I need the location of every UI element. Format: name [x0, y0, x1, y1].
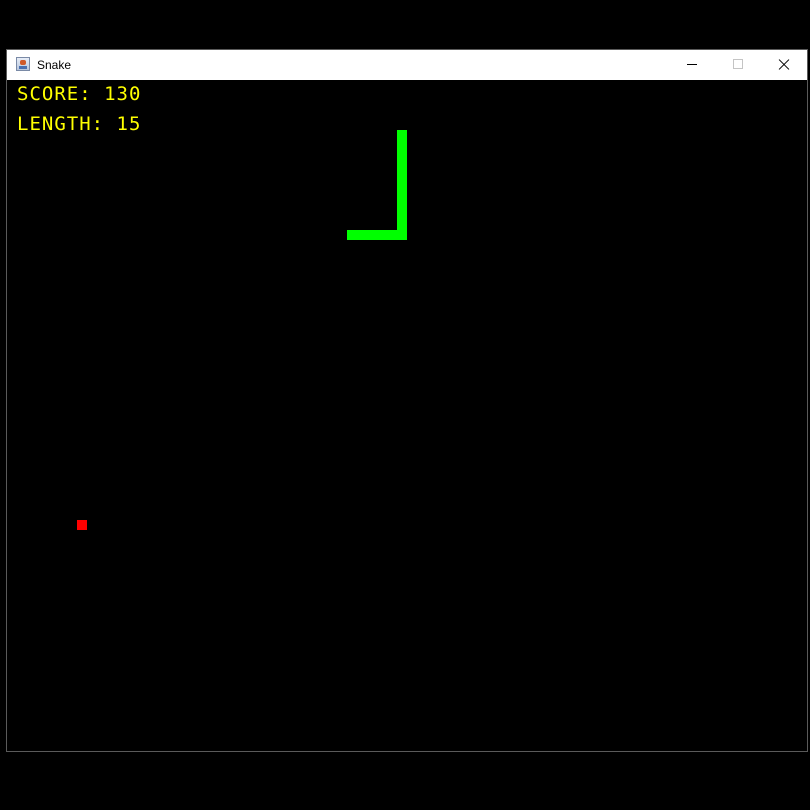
length-label: LENGTH:: [17, 113, 105, 135]
window-title: Snake: [37, 58, 72, 72]
game-board[interactable]: SCORE: 130 LENGTH: 15: [7, 80, 807, 751]
food-pellet: [77, 520, 87, 530]
length-value: 15: [116, 113, 142, 135]
score-label: SCORE:: [17, 83, 92, 105]
close-button[interactable]: [761, 50, 807, 80]
game-window: Snake SCORE: 130 LENGTH: 15: [6, 49, 808, 752]
maximize-button[interactable]: [715, 50, 761, 80]
snake-body-vertical: [397, 130, 407, 240]
java-app-icon: [16, 57, 30, 71]
snake-body-horizontal: [347, 230, 407, 240]
score-value: 130: [104, 83, 142, 105]
score-display: SCORE: 130: [17, 83, 141, 105]
length-display: LENGTH: 15: [17, 113, 141, 135]
title-bar[interactable]: Snake: [7, 50, 807, 80]
minimize-button[interactable]: [669, 50, 715, 80]
